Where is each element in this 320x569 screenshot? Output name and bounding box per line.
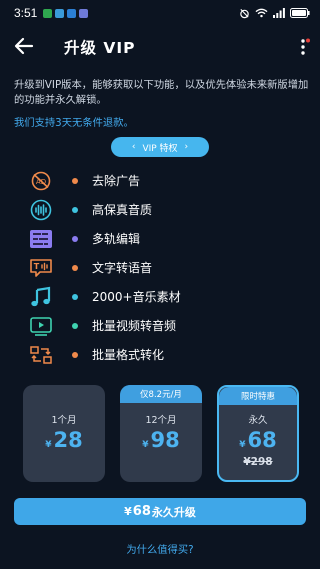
feature-dot xyxy=(72,236,78,242)
plan-original-price: ¥298 xyxy=(243,456,273,468)
notification-app-icon xyxy=(43,8,53,18)
feature-dot xyxy=(72,178,78,184)
feature-item-hifi-audio: 高保真音质 xyxy=(0,197,320,226)
feature-label: 文字转语音 xyxy=(92,261,153,275)
wifi-icon xyxy=(255,8,268,18)
battery-icon xyxy=(290,8,310,18)
feature-dot xyxy=(72,265,78,271)
text-to-speech-icon: T xyxy=(30,259,52,277)
notification-dot xyxy=(306,38,310,43)
multitrack-icon xyxy=(30,230,52,248)
plan-card-lifetime[interactable]: 限时特惠 永久 ¥68 ¥298 xyxy=(217,385,299,482)
plan-card-1-month[interactable]: 1个月 ¥28 xyxy=(23,385,105,482)
plan-badge: 仅8.2元/月 xyxy=(120,385,202,403)
video-to-audio-icon xyxy=(30,317,52,336)
why-worth-buying-link[interactable]: 为什么值得买? xyxy=(0,541,320,556)
plan-price: ¥28 xyxy=(45,428,83,452)
notification-app-icon xyxy=(67,8,77,18)
upgrade-buy-button[interactable]: ¥ 68 永久升级 xyxy=(14,498,306,525)
alarm-icon xyxy=(240,8,249,18)
vip-description: 升级到VIP版本，能够获取以下功能，以及优先体验未来新版增加的功能并永久解锁。 xyxy=(14,79,309,106)
page-title: 升级 VIP xyxy=(64,39,136,57)
svg-text:T: T xyxy=(34,262,40,271)
buy-label: 永久升级 xyxy=(151,505,196,519)
feature-item-music-library: 2000+音乐素材 xyxy=(0,284,320,313)
vip-privilege-badge: ‹ VIP 特权 › xyxy=(111,137,209,157)
plan-card-12-months[interactable]: 仅8.2元/月 12个月 ¥98 xyxy=(120,385,202,482)
buy-currency: ¥ xyxy=(124,505,132,518)
feature-dot xyxy=(72,323,78,329)
back-arrow-icon[interactable] xyxy=(12,34,36,58)
feature-item-multitrack: 多轨编辑 xyxy=(0,226,320,255)
feature-item-text-to-speech: T 文字转语音 xyxy=(0,255,320,284)
plan-badge: 限时特惠 xyxy=(219,387,297,405)
status-bar: 3:51 xyxy=(0,0,320,26)
plan-price: ¥98 xyxy=(142,428,180,452)
app-bar: 升级 VIP xyxy=(0,26,320,66)
feature-dot xyxy=(72,207,78,213)
left-chevron-icon: ‹ xyxy=(131,142,136,152)
vip-badge-label: VIP 特权 xyxy=(142,143,178,154)
notification-app-icon xyxy=(79,8,89,18)
feature-item-remove-ads: AD 去除广告 xyxy=(0,168,320,197)
feature-label: 2000+音乐素材 xyxy=(92,290,181,304)
status-time: 3:51 xyxy=(14,6,38,20)
plan-name: 永久 xyxy=(248,415,268,426)
feature-dot xyxy=(72,352,78,358)
feature-label: 高保真音质 xyxy=(92,203,153,217)
right-chevron-icon: › xyxy=(184,142,189,152)
refund-note: 我们支持3天无条件退款。 xyxy=(14,117,134,129)
feature-label: 多轨编辑 xyxy=(92,232,141,246)
feature-item-video-to-audio: 批量视频转音频 xyxy=(0,313,320,342)
feature-label: 批量格式转化 xyxy=(92,348,165,362)
music-note-icon xyxy=(31,286,51,307)
notification-app-icon xyxy=(55,8,65,18)
feature-item-format-convert: 批量格式转化 xyxy=(0,342,320,371)
plan-price: ¥68 xyxy=(239,428,277,452)
feature-dot xyxy=(72,294,78,300)
plan-name: 12个月 xyxy=(145,415,177,426)
signal-icon xyxy=(273,8,285,18)
plan-name: 1个月 xyxy=(51,415,77,426)
format-convert-icon xyxy=(30,346,52,364)
feature-label: 去除广告 xyxy=(92,174,141,188)
feature-label: 批量视频转音频 xyxy=(92,319,177,333)
no-ads-icon: AD xyxy=(31,171,51,191)
more-options-icon[interactable] xyxy=(300,38,310,56)
buy-price: 68 xyxy=(132,504,151,519)
audio-wave-icon xyxy=(30,199,52,221)
